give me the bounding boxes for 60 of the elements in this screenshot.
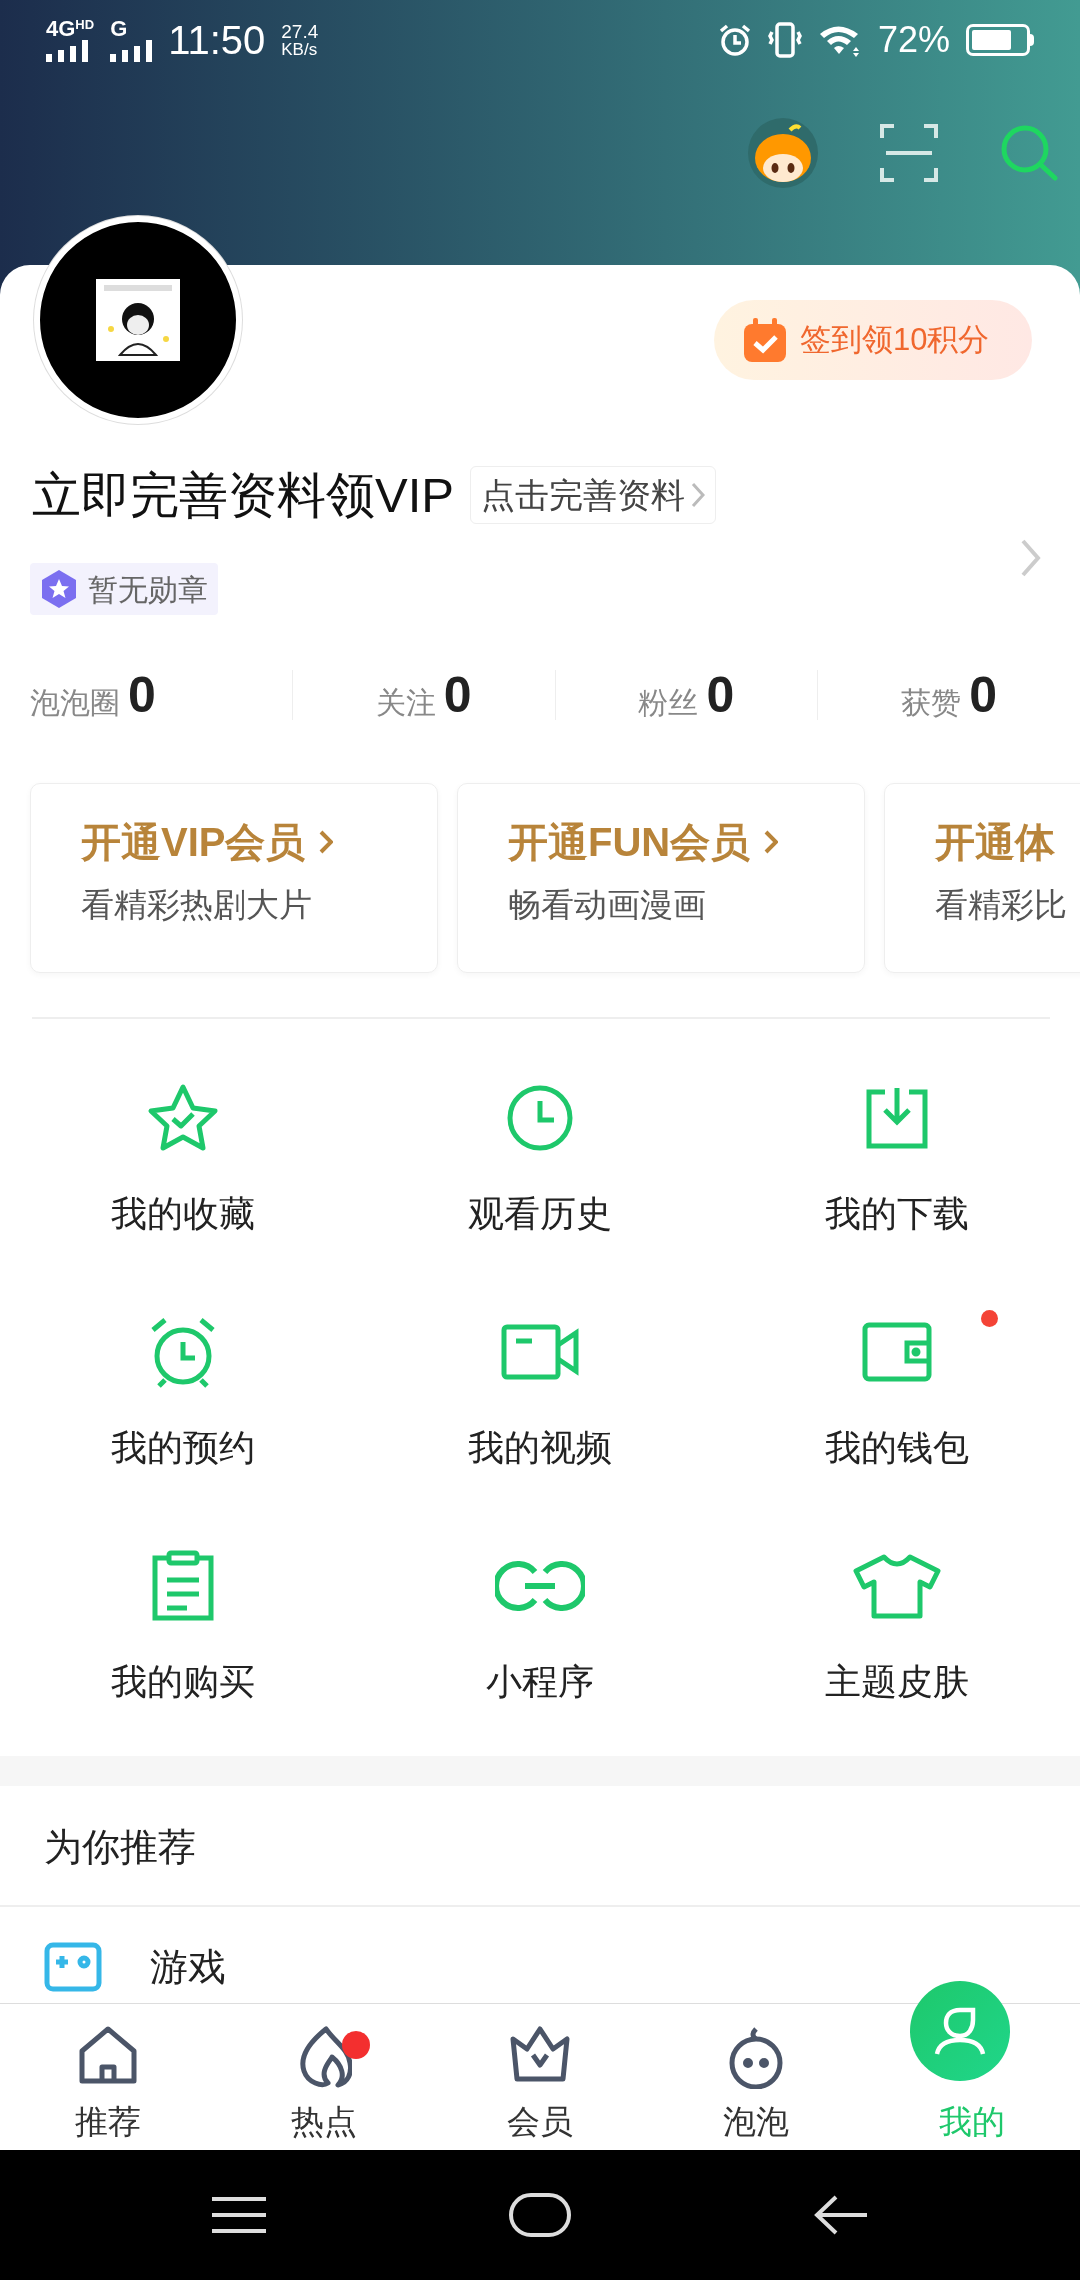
clock-icon bbox=[505, 1083, 575, 1153]
card-subtitle: 看精彩热剧大片 bbox=[81, 888, 313, 921]
video-camera-icon bbox=[500, 1323, 580, 1381]
card-title: 开通VIP会员 bbox=[81, 822, 306, 862]
mascot-icon[interactable] bbox=[748, 118, 818, 188]
signal-icon bbox=[110, 40, 155, 62]
signal-icon bbox=[46, 40, 90, 62]
stat-item[interactable]: 获赞 0 bbox=[901, 670, 998, 720]
t-shirt-icon bbox=[852, 1553, 943, 1619]
calendar-check-icon bbox=[744, 318, 786, 362]
feature-item[interactable]: 我的下载 bbox=[718, 1080, 1076, 1232]
feature-item[interactable]: 观看历史 bbox=[361, 1080, 719, 1232]
card-title: 开通体 bbox=[935, 822, 1055, 862]
feature-item[interactable]: 小程序 bbox=[361, 1548, 719, 1700]
medal-badge[interactable]: 暂无勋章 bbox=[30, 563, 218, 615]
feature-item[interactable]: 我的预约 bbox=[4, 1314, 362, 1466]
tab[interactable]: 会员 bbox=[432, 1979, 648, 2150]
crown-icon bbox=[509, 2025, 571, 2083]
clock: 11:50 bbox=[168, 17, 266, 64]
card-subtitle: 看精彩比 bbox=[935, 888, 1068, 921]
battery-percent: 72% bbox=[877, 18, 950, 62]
alarm-icon bbox=[717, 23, 752, 57]
feature-item[interactable]: 我的视频 bbox=[361, 1314, 719, 1466]
battery-icon bbox=[966, 24, 1034, 56]
link-icon bbox=[495, 1558, 585, 1614]
membership-card[interactable]: 开通FUN会员 畅看动画漫画 bbox=[457, 783, 865, 973]
card-subtitle: 畅看动画漫画 bbox=[508, 888, 707, 921]
feature-item[interactable]: 我的钱包 bbox=[718, 1314, 1076, 1466]
network-type: G bbox=[110, 18, 129, 40]
clipboard-icon bbox=[150, 1550, 215, 1622]
feature-item[interactable]: 我的收藏 bbox=[4, 1080, 362, 1232]
tab[interactable]: 泡泡 bbox=[648, 1979, 864, 2150]
stat-item[interactable]: 粉丝 0 bbox=[638, 670, 735, 720]
wallet-icon bbox=[861, 1321, 934, 1383]
scan-icon[interactable] bbox=[880, 124, 938, 182]
home-button-icon[interactable] bbox=[509, 2193, 571, 2237]
medal-text: 暂无勋章 bbox=[88, 571, 208, 608]
feature-item[interactable]: 主题皮肤 bbox=[718, 1548, 1076, 1700]
speed-unit: KB/s bbox=[281, 41, 319, 58]
membership-card[interactable]: 开通体 看精彩比 bbox=[884, 783, 1080, 973]
card-title: 开通FUN会员 bbox=[508, 822, 751, 862]
chevron-icon bbox=[691, 482, 705, 508]
back-icon[interactable] bbox=[814, 2195, 869, 2235]
network-speed: 27.4 bbox=[281, 22, 319, 41]
vibrate-icon bbox=[767, 22, 802, 58]
game-icon bbox=[44, 1942, 102, 1992]
membership-card[interactable]: 开通VIP会员 看精彩热剧大片 bbox=[30, 783, 438, 973]
menu-icon[interactable] bbox=[211, 2197, 266, 2233]
stat-item[interactable]: 泡泡圈 0 bbox=[30, 670, 156, 720]
home-icon bbox=[78, 2025, 138, 2085]
stat-item[interactable]: 关注 0 bbox=[375, 670, 472, 720]
bubble-face-icon bbox=[727, 2025, 785, 2089]
profile-title: 立即完善资料领VIP bbox=[32, 470, 454, 520]
recommend-item[interactable]: 游戏 bbox=[44, 1942, 226, 1992]
complete-profile-link[interactable]: 点击完善资料 bbox=[470, 466, 716, 524]
feature-item[interactable]: 我的购买 bbox=[4, 1548, 362, 1700]
section-title: 为你推荐 bbox=[44, 1828, 196, 1866]
network-type: 4G bbox=[46, 18, 76, 40]
network-hd: HD bbox=[75, 18, 95, 31]
star-icon bbox=[40, 569, 78, 609]
